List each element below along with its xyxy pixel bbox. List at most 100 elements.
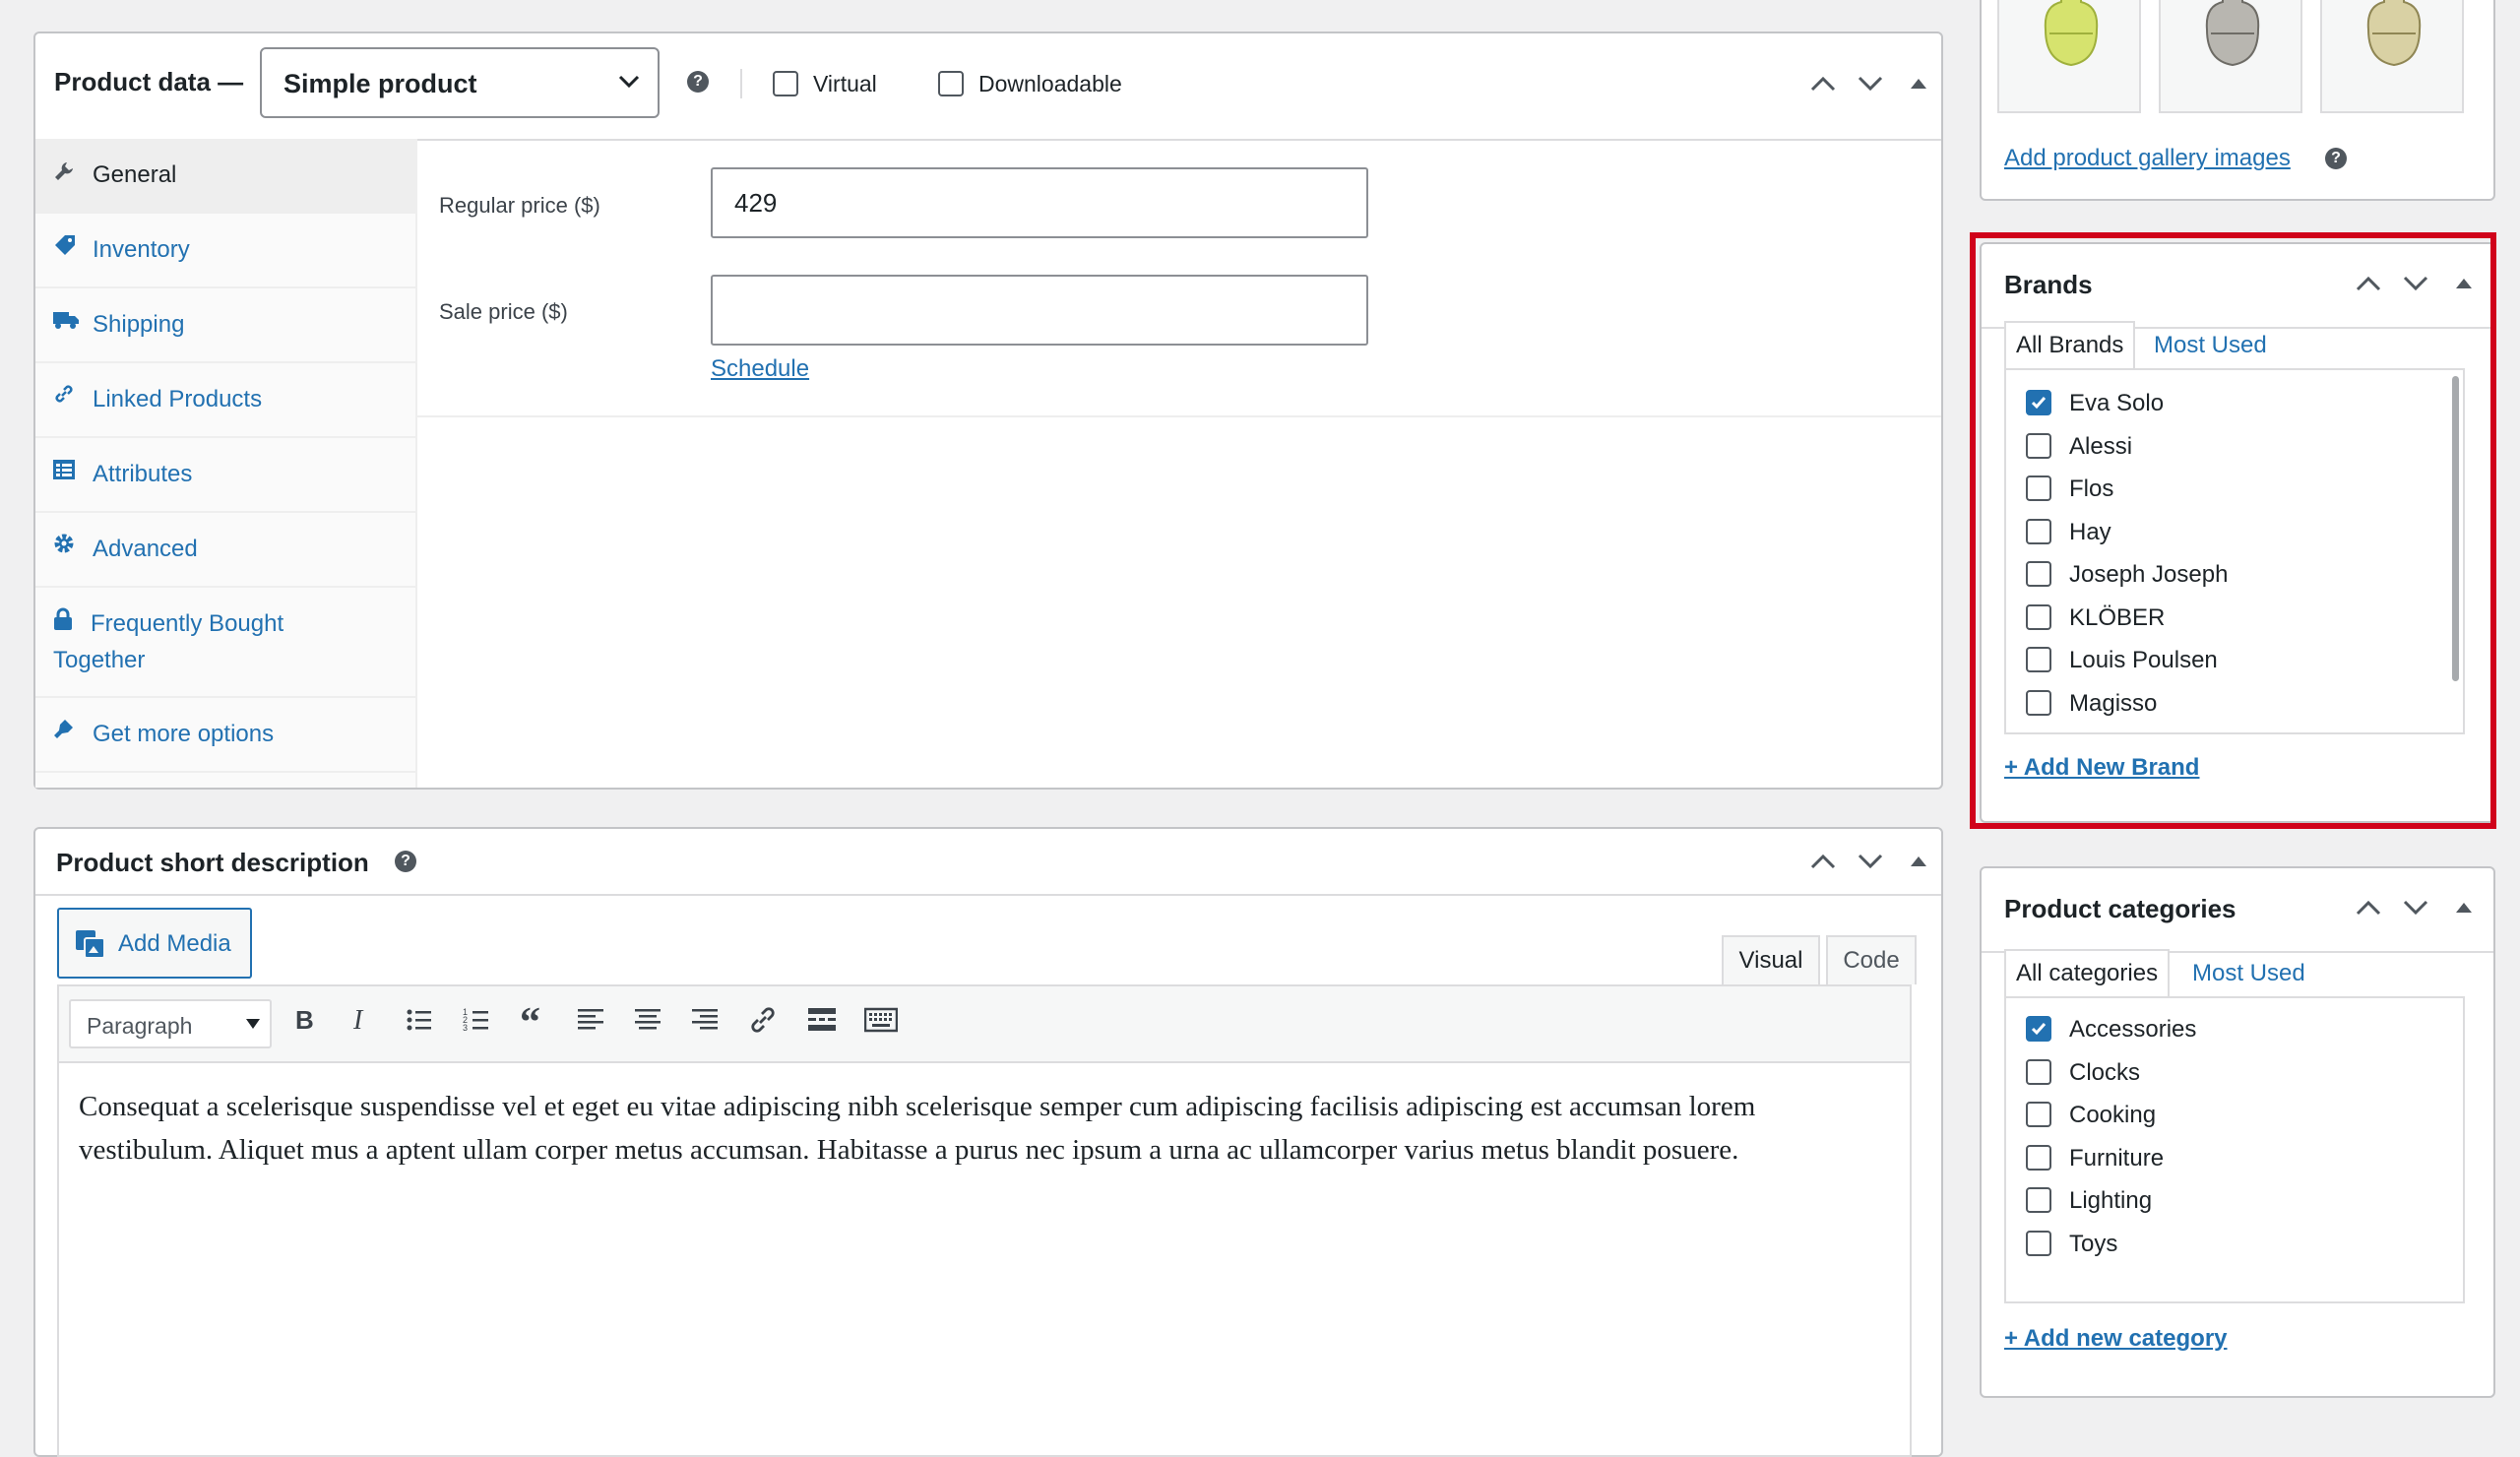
- list-icon: [53, 460, 75, 479]
- tab-label: Linked Products: [93, 386, 263, 412]
- virtual-label: Virtual: [813, 71, 877, 96]
- move-up-icon[interactable]: [1810, 76, 1836, 92]
- align-right-icon[interactable]: [691, 1006, 719, 1034]
- tab-all-categories[interactable]: All categories: [2004, 949, 2171, 998]
- tab-get-more-options[interactable]: Get more options: [35, 698, 415, 773]
- short-description-header: Product short description ?: [35, 829, 1941, 896]
- virtual-checkbox[interactable]: [773, 71, 798, 96]
- move-down-icon[interactable]: [1858, 76, 1883, 92]
- add-media-label: Add Media: [118, 930, 231, 957]
- checklist-item[interactable]: Toys: [2006, 1227, 2439, 1262]
- help-icon[interactable]: ?: [2325, 148, 2347, 169]
- tab-inventory[interactable]: Inventory: [35, 214, 415, 288]
- help-icon[interactable]: ?: [687, 71, 709, 93]
- checkbox[interactable]: [2026, 1187, 2051, 1213]
- gallery-thumbnail[interactable]: [1997, 0, 2141, 113]
- plug-icon: [54, 720, 73, 738]
- tab-label-line1: Frequently Bought: [91, 610, 284, 637]
- caret-down-icon: [246, 1019, 260, 1029]
- tab-frequently-bought-together[interactable]: Frequently Bought Together: [35, 588, 415, 698]
- tab-label: Attributes: [93, 461, 193, 487]
- tab-label: Get more options: [93, 721, 275, 747]
- toolbar-toggle-icon[interactable]: [864, 1006, 898, 1034]
- checkbox[interactable]: [2026, 1102, 2051, 1127]
- italic-icon[interactable]: I: [350, 1006, 372, 1034]
- highlight-box: [1970, 232, 2496, 829]
- checklist-item[interactable]: Clocks: [2006, 1055, 2439, 1091]
- move-down-icon[interactable]: [2403, 900, 2428, 916]
- tab-advanced[interactable]: Advanced: [35, 513, 415, 588]
- collapse-toggle-icon[interactable]: [1911, 856, 1926, 866]
- add-gallery-images-link[interactable]: Add product gallery images: [2004, 145, 2291, 172]
- media-icon: [76, 930, 105, 959]
- checklist-item-label: Toys: [2069, 1230, 2118, 1257]
- bullet-list-icon[interactable]: [406, 1006, 433, 1034]
- tab-shipping[interactable]: Shipping: [35, 288, 415, 363]
- lamp-image: [2366, 0, 2422, 67]
- checklist-item-label: Cooking: [2069, 1102, 2157, 1128]
- sale-price-input[interactable]: [711, 275, 1368, 346]
- chevron-down-icon: [618, 75, 640, 89]
- numbered-list-icon[interactable]: 123: [463, 1006, 490, 1034]
- gallery-thumbnail[interactable]: [2159, 0, 2302, 113]
- tab-linked-products[interactable]: Linked Products: [35, 363, 415, 438]
- align-center-icon[interactable]: [634, 1006, 662, 1034]
- svg-text:3: 3: [463, 1023, 468, 1033]
- header-divider: [740, 69, 742, 98]
- downloadable-checkbox[interactable]: [938, 71, 964, 96]
- move-up-icon[interactable]: [2356, 900, 2381, 916]
- gallery-thumbnail[interactable]: [2320, 0, 2464, 113]
- checkmark-icon: [2031, 1023, 2047, 1036]
- checklist-item[interactable]: Furniture: [2006, 1141, 2439, 1176]
- regular-price-label: Regular price ($): [439, 193, 600, 218]
- gear-icon: [54, 534, 74, 553]
- blockquote-icon[interactable]: “: [520, 1006, 549, 1034]
- bold-icon[interactable]: B: [293, 1006, 315, 1034]
- add-new-category-link[interactable]: + Add new category: [2004, 1325, 2228, 1353]
- product-gallery-panel: Add product gallery images ?: [1980, 0, 2495, 201]
- editor-text: Consequat a scelerisque suspendisse vel …: [79, 1091, 1756, 1166]
- read-more-icon[interactable]: [807, 1006, 837, 1034]
- downloadable-label: Downloadable: [978, 71, 1122, 96]
- collapse-toggle-icon[interactable]: [1911, 79, 1926, 89]
- checked-checkbox[interactable]: [2026, 1016, 2051, 1042]
- lamp-image: [2044, 0, 2099, 67]
- format-select[interactable]: Paragraph: [69, 999, 272, 1048]
- align-left-icon[interactable]: [577, 1006, 604, 1034]
- regular-price-input[interactable]: 429: [711, 167, 1368, 238]
- categories-checklist: Accessories Clocks Cooking Furniture Lightin…: [2004, 996, 2465, 1303]
- editor-toolbar: Paragraph B I 123 “: [57, 984, 1912, 1063]
- insert-link-icon[interactable]: [748, 1006, 778, 1034]
- help-icon[interactable]: ?: [395, 851, 416, 872]
- lock-icon: [54, 607, 72, 630]
- checklist-item[interactable]: Accessories: [2006, 1012, 2439, 1047]
- short-description-panel: Product short description ? Add Media Vi…: [33, 827, 1943, 1457]
- sale-price-label: Sale price ($): [439, 299, 568, 324]
- tab-visual[interactable]: Visual: [1722, 935, 1820, 984]
- collapse-toggle-icon[interactable]: [2456, 903, 2472, 913]
- tab-label: Advanced: [93, 536, 198, 562]
- checkbox[interactable]: [2026, 1230, 2051, 1256]
- product-type-value: Simple product: [284, 69, 477, 98]
- tab-code[interactable]: Code: [1826, 935, 1917, 984]
- checklist-item[interactable]: Lighting: [2006, 1183, 2439, 1219]
- link-icon: [55, 385, 73, 403]
- categories-title: Product categories: [2004, 894, 2236, 923]
- tab-most-used-categories[interactable]: Most Used: [2192, 951, 2305, 1000]
- tab-label-line2: Together: [53, 647, 146, 673]
- move-up-icon[interactable]: [1810, 854, 1836, 869]
- tab-general[interactable]: General: [35, 139, 415, 214]
- move-down-icon[interactable]: [1858, 854, 1883, 869]
- checklist-item[interactable]: Cooking: [2006, 1098, 2439, 1133]
- add-media-button[interactable]: Add Media: [57, 908, 252, 979]
- checklist-item-label: Lighting: [2069, 1187, 2153, 1214]
- tab-label: Inventory: [93, 236, 190, 263]
- checkbox[interactable]: [2026, 1058, 2051, 1085]
- schedule-link[interactable]: Schedule: [711, 355, 809, 383]
- pricing-divider: [417, 415, 1941, 417]
- editor-content-area[interactable]: Consequat a scelerisque suspendisse vel …: [57, 1063, 1912, 1457]
- product-type-select[interactable]: Simple product: [260, 47, 660, 118]
- checkbox[interactable]: [2026, 1144, 2051, 1171]
- product-data-header: Product data — Simple product ? Virtual …: [35, 33, 1941, 141]
- tab-attributes[interactable]: Attributes: [35, 438, 415, 513]
